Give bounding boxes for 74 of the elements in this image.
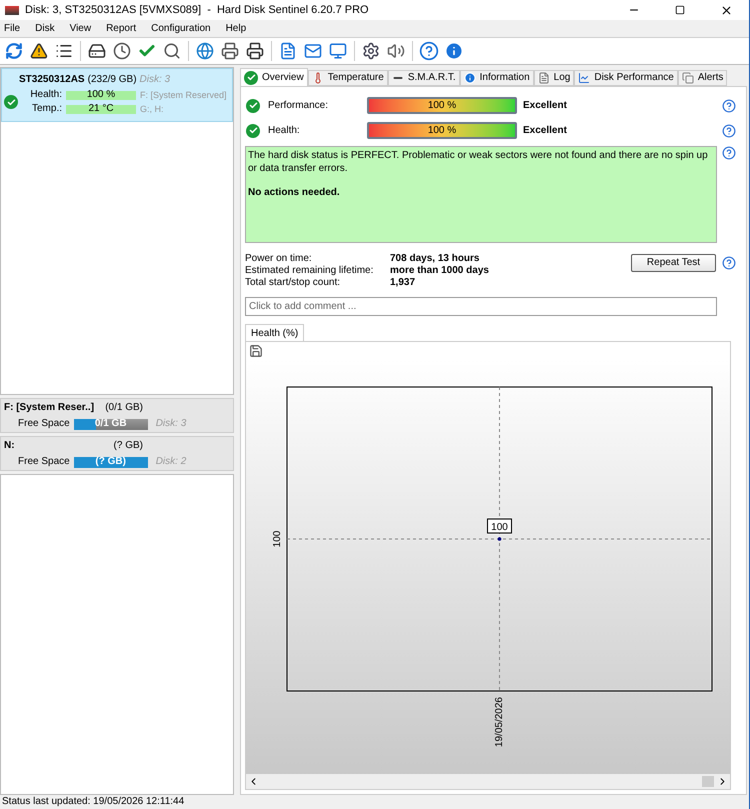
help-icon[interactable] <box>722 98 736 112</box>
disk-number: Disk: 2 <box>156 456 186 468</box>
tab[interactable]: Disk Performance <box>574 70 678 86</box>
info-label: Power on time: <box>245 253 313 265</box>
free-space-value: (? GB) <box>94 456 127 468</box>
check-icon <box>4 95 18 109</box>
comment-field[interactable]: Click to add comment ... <box>245 297 717 316</box>
help-icon[interactable] <box>722 256 736 270</box>
window-title: Disk: 3, ST3250312AS [5VMXS089] - Hard Disk Sentinel 6.20.7 PRO <box>25 4 369 16</box>
level-value: 100 % <box>86 90 116 100</box>
info-value: 1,937 <box>390 277 416 289</box>
partition-size: (? GB) <box>114 440 143 452</box>
metric-label: Health: <box>29 89 62 101</box>
tab[interactable]: S.M.A.R.T. <box>388 70 460 86</box>
info-label: Estimated remaining lifetime: <box>245 265 374 277</box>
metric-label: Temp.: <box>30 103 62 115</box>
partition-name: N: <box>4 440 15 452</box>
data-point <box>498 537 502 541</box>
metric-value: 100 % <box>426 124 458 137</box>
metric-rating: Excellent <box>523 100 567 112</box>
page-icon <box>538 72 550 84</box>
pages-icon <box>682 72 694 84</box>
menu-item[interactable]: View <box>70 22 92 34</box>
data-label: 100 <box>487 518 512 534</box>
help-icon[interactable] <box>722 146 736 160</box>
tab[interactable]: Overview <box>240 68 308 86</box>
maximize-icon <box>675 5 685 15</box>
tab[interactable]: Log <box>534 70 574 86</box>
metric-label: Performance: <box>268 100 330 112</box>
close-icon <box>720 4 732 16</box>
scroll-thumb[interactable] <box>702 776 714 787</box>
disk-number: Disk: 3 <box>140 74 170 86</box>
chart-tab[interactable]: Health (%) <box>245 324 304 342</box>
tab[interactable]: Temperature <box>308 70 388 86</box>
partition-card[interactable]: N: (? GB) Free Space (? GB) Disk: 2 <box>0 436 234 471</box>
check-icon <box>246 98 260 112</box>
volume-list: F: [System Reserved] <box>140 89 227 101</box>
metric-rating: Excellent <box>523 124 567 136</box>
info-value: more than 1000 days <box>390 265 489 277</box>
help-icon[interactable] <box>722 124 736 138</box>
check-icon <box>246 124 260 138</box>
partition-name: F: [System Reser..] <box>4 402 94 414</box>
menu-item[interactable]: Disk <box>35 22 55 34</box>
help-icon[interactable] <box>417 39 441 63</box>
info-value: 708 days, 13 hours <box>390 253 480 265</box>
y-tick-label: 100 <box>272 530 283 548</box>
info-label: Total start/stop count: <box>245 277 342 289</box>
status-action: No actions needed. <box>248 187 341 199</box>
status-text: The hard disk status is PERFECT. Problematic or weak sectors were not found and there are no spin up or data transfer errors. <box>248 149 709 175</box>
status-bar-text: Status last updated: 19/05/2026 12:11:44 <box>2 796 184 808</box>
free-space-label: Free Space <box>18 456 70 468</box>
horizontal-scrollbar[interactable] <box>246 774 730 789</box>
disk-card[interactable]: ST3250312AS (232/9 GB) Disk: 3 Health: 100 % F: [System Reserved] Temp.: 21 °C G:, H: <box>1 68 233 122</box>
partition-size: (0/1 GB) <box>105 402 143 414</box>
disk-number: Disk: 3 <box>156 418 186 430</box>
tab[interactable]: Alerts <box>678 70 728 86</box>
menu-item[interactable]: File <box>4 22 20 34</box>
disk-size: (232/9 GB) <box>88 74 137 86</box>
menu-item[interactable]: Report <box>106 22 136 34</box>
x-tick-label: 19/05/2026 <box>494 697 506 748</box>
metric-value: 100 % <box>426 99 458 112</box>
level-value: 21 °C <box>87 104 115 114</box>
repeat-test-button[interactable]: Repeat Test <box>631 254 716 272</box>
tab[interactable]: Information <box>460 70 534 86</box>
save-icon[interactable] <box>249 344 263 358</box>
graph-icon <box>578 72 590 84</box>
free-space-label: Free Space <box>18 418 70 430</box>
info-icon <box>464 72 476 84</box>
menu-item[interactable]: Help <box>226 22 246 34</box>
metric-label: Health: <box>268 124 301 136</box>
volume-list: G:, H: <box>140 103 164 115</box>
disk-name: ST3250312AS <box>19 74 85 86</box>
app-icon <box>5 6 19 14</box>
menu-item[interactable]: Configuration <box>151 22 211 34</box>
